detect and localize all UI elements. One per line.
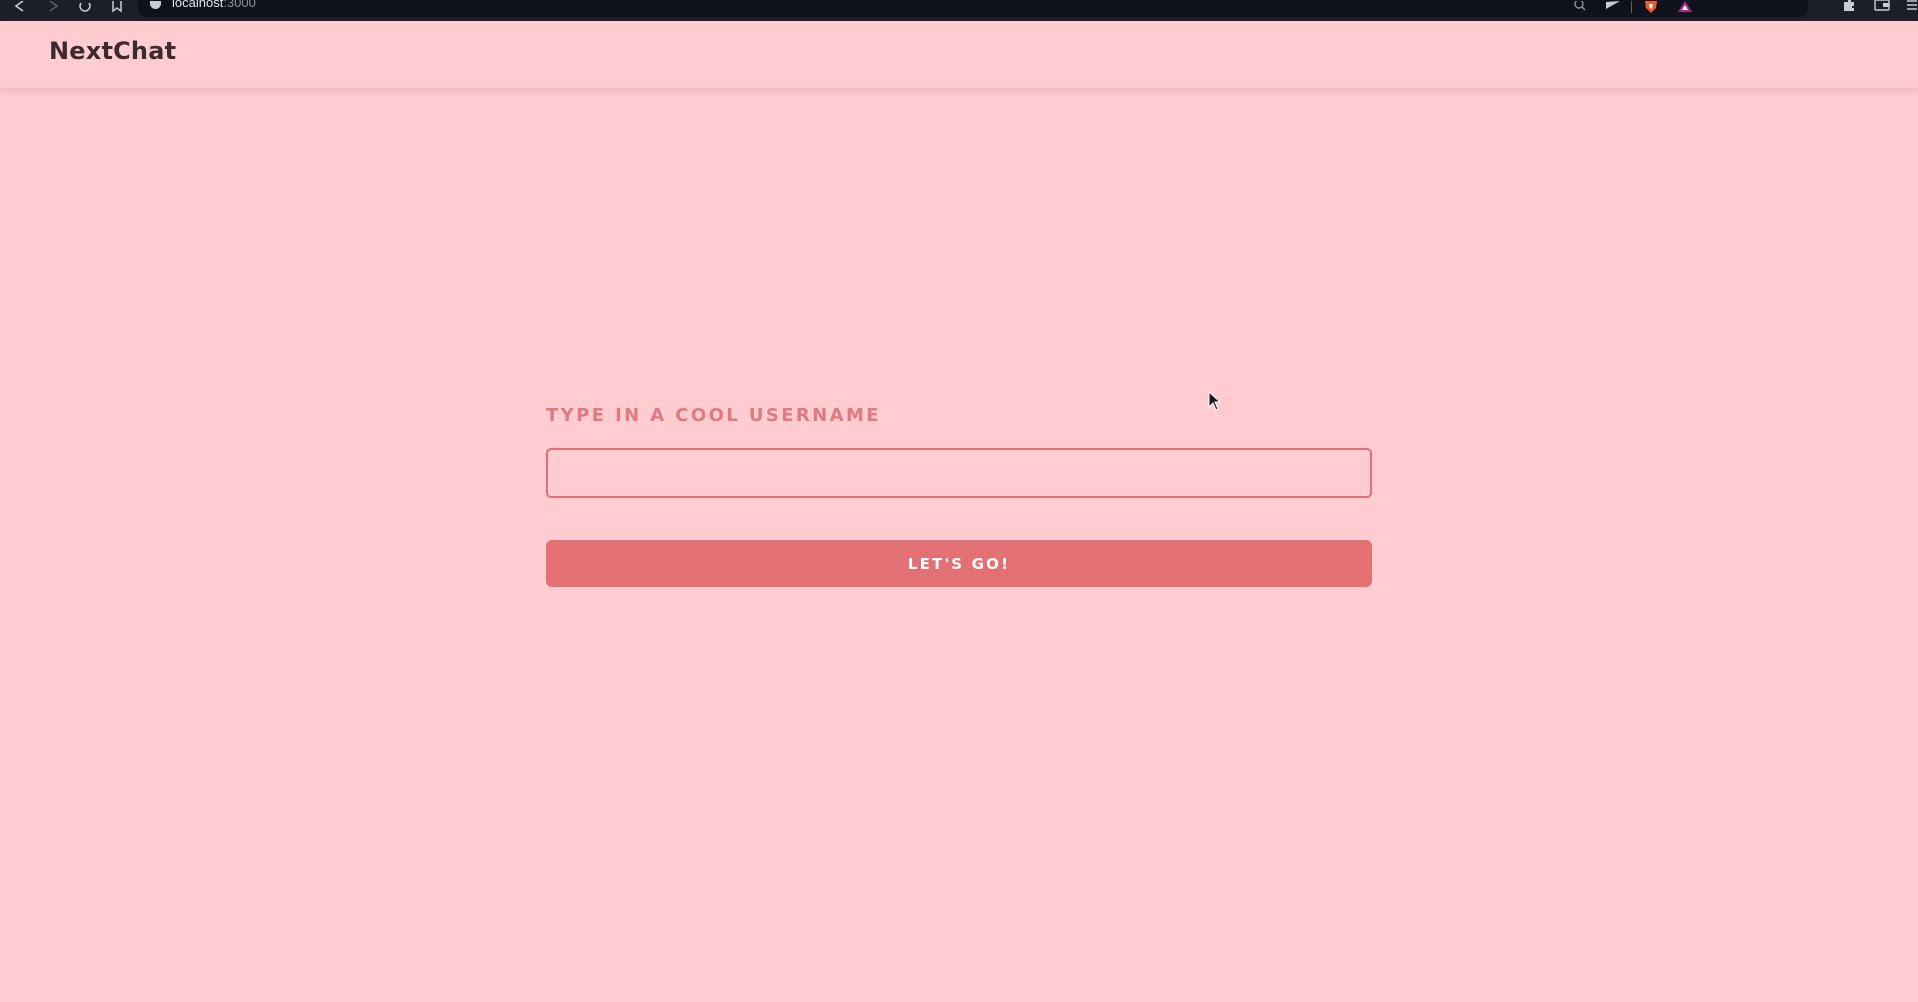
app-title[interactable]: NextChat [49, 37, 176, 65]
back-button[interactable] [9, 0, 31, 14]
back-arrow-icon [14, 1, 24, 12]
toolbar-divider [1631, 1, 1632, 13]
url-port: :3000 [223, 0, 256, 10]
brave-shield-icon[interactable] [1644, 0, 1658, 14]
app-header: NextChat [0, 21, 1918, 88]
forward-arrow-icon [49, 1, 59, 12]
url-text: localhost:3000 [172, 0, 256, 10]
bookmark-icon [112, 1, 122, 13]
brave-rewards-icon[interactable] [1678, 1, 1692, 13]
address-bar[interactable]: localhost:3000 [138, 0, 1808, 17]
reload-button[interactable] [74, 0, 96, 14]
forward-button[interactable] [42, 0, 64, 14]
bookmark-button[interactable] [106, 0, 128, 14]
menu-icon[interactable] [1906, 0, 1918, 12]
zoom-icon[interactable] [1573, 1, 1587, 13]
wallet-icon[interactable] [1874, 0, 1890, 12]
username-form: TYPE IN A COOL USERNAME LET'S GO! [546, 405, 1372, 587]
send-icon[interactable] [1605, 1, 1621, 13]
lets-go-button[interactable]: LET'S GO! [546, 540, 1372, 587]
browser-extension-area [1818, 0, 1918, 14]
username-label: TYPE IN A COOL USERNAME [546, 405, 881, 426]
extensions-puzzle-icon[interactable] [1842, 0, 1856, 12]
browser-toolbar: localhost:3000 [0, 0, 1918, 21]
url-host: localhost [172, 0, 224, 10]
address-bar-actions [1573, 0, 1692, 14]
reload-icon [79, 2, 91, 12]
mouse-cursor-icon [1208, 391, 1222, 411]
username-input[interactable] [546, 448, 1372, 498]
site-info-icon[interactable] [150, 1, 161, 9]
